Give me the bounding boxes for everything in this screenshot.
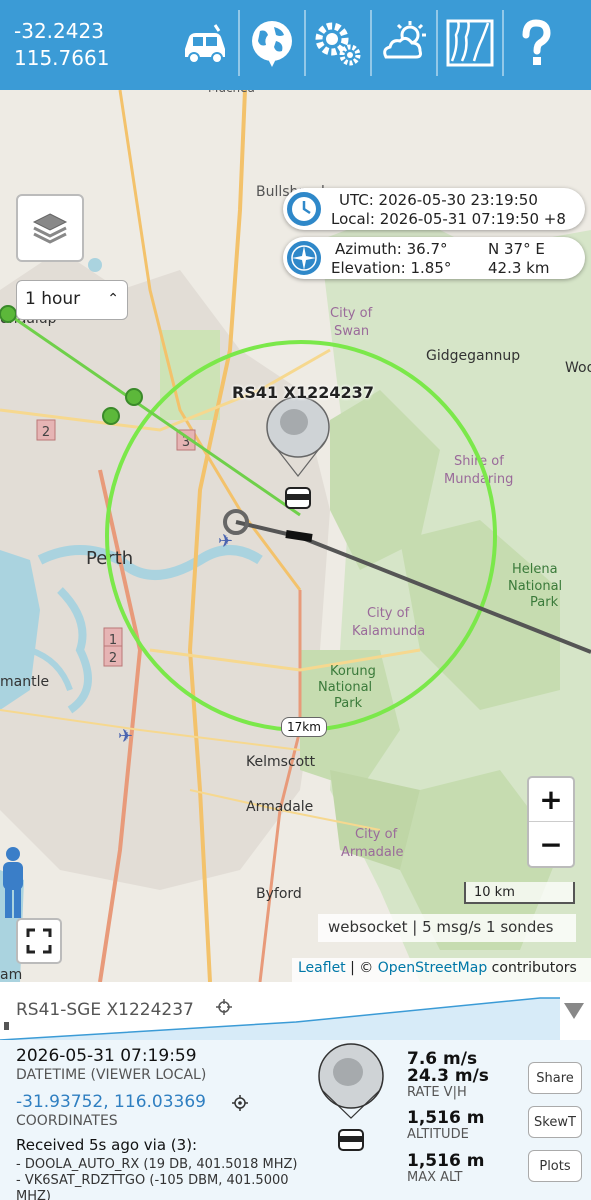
airport-icon: ✈ <box>118 726 133 747</box>
receiver-line: - VK6SAT_RDZTTGO (-105 DBM, 401.5000 <box>16 1173 289 1188</box>
clock-icon <box>285 190 323 228</box>
altitude-caption: ALTITUDE <box>407 1127 469 1142</box>
attribution-separator: | © <box>345 960 378 976</box>
locate-icon[interactable] <box>232 1095 248 1111</box>
utc-time: UTC: 2026-05-30 23:19:50 <box>339 191 538 209</box>
place-mundaring: Mundaring <box>444 472 513 487</box>
distance: 42.3 km <box>488 259 550 277</box>
globe-icon[interactable] <box>238 10 304 76</box>
place-city-of: City of <box>330 306 373 321</box>
map-attribution: Leaflet | © OpenStreetMap contributors <box>292 958 591 982</box>
skewt-button[interactable]: SkewT <box>528 1106 582 1138</box>
received-header: Received 5s ago via (3): <box>16 1136 198 1154</box>
place-armadale-city: Armadale <box>341 845 403 860</box>
balloon-status-icon <box>318 1043 384 1151</box>
airport-icon: ✈ <box>218 531 233 552</box>
place-gidgegannup: Gidgegannup <box>426 348 520 364</box>
sonde-coordinates[interactable]: -31.93752, 116.03369 <box>16 1092 206 1112</box>
sonde-datetime: 2026-05-31 07:19:59 <box>16 1046 197 1066</box>
rate-caption: RATE V|H <box>407 1085 467 1100</box>
fullscreen-icon <box>26 928 52 954</box>
local-time: Local: 2026-05-31 07:19:50 +8 <box>331 210 566 228</box>
fullscreen-button[interactable] <box>16 918 62 964</box>
place-swan: Swan <box>334 324 369 339</box>
zoom-in-button[interactable]: + <box>529 778 573 822</box>
range-ring-label: 17km <box>281 717 327 737</box>
sonde-datetime-caption: DATETIME (VIEWER LOCAL) <box>16 1067 207 1083</box>
gears-icon[interactable] <box>304 10 370 76</box>
receiver-line: MHZ) <box>16 1189 51 1200</box>
place-cockburn: am <box>0 967 22 982</box>
altitude-value: 1,516 m <box>407 1108 485 1128</box>
car-icon[interactable] <box>172 10 238 76</box>
place-helena: Helena <box>512 562 558 577</box>
receiver-coordinates: -32.2423 115.7661 <box>14 18 109 72</box>
receiver-latitude: -32.2423 <box>14 19 104 43</box>
plots-button[interactable]: Plots <box>528 1150 582 1182</box>
place-muchea: Muchea <box>208 90 255 95</box>
collapse-icon[interactable] <box>564 1003 584 1019</box>
share-button[interactable]: Share <box>528 1062 582 1094</box>
zoom-out-button[interactable]: − <box>529 822 573 866</box>
road-number: 2 <box>109 651 117 666</box>
app-root: -32.2423 115.7661 2 3 1 2 City of Swan G… <box>0 0 591 1200</box>
time-info-pill: UTC: 2026-05-30 23:19:50 Local: 2026-05-… <box>283 188 585 230</box>
bearing: N 37° E <box>488 240 545 258</box>
osm-link[interactable]: OpenStreetMap <box>378 960 487 976</box>
max-altitude-caption: MAX ALT <box>407 1170 463 1185</box>
track-head <box>285 530 313 542</box>
receiver-longitude: 115.7661 <box>14 46 110 70</box>
history-range-select[interactable]: 1 hour ⌃ <box>16 280 128 320</box>
sonde-map-label: RS41 X1224237 <box>232 383 374 402</box>
top-header: -32.2423 115.7661 <box>0 0 591 90</box>
place-park: Park <box>530 595 559 610</box>
receiver-marker[interactable] <box>102 407 120 425</box>
attribution-suffix: contributors <box>487 960 577 976</box>
chevron-updown-icon: ⌃ <box>107 291 119 307</box>
place-kalamunda: Kalamunda <box>352 624 425 639</box>
connection-status: websocket | 5 msg/s 1 sondes <box>318 914 576 942</box>
altitude-sparkline <box>0 997 560 1040</box>
place-korung: Korung <box>330 664 376 679</box>
terrain-icon[interactable] <box>436 10 502 76</box>
road-number: 2 <box>42 425 50 440</box>
azimuth: Azimuth: 36.7° <box>335 240 448 258</box>
position-info-pill: Azimuth: 36.7° N 37° E Elevation: 1.85° … <box>283 237 585 279</box>
help-icon[interactable] <box>502 10 568 76</box>
place-kelmscott: Kelmscott <box>246 754 316 770</box>
place-byford: Byford <box>256 886 302 902</box>
place-fremantle: mantle <box>0 674 49 690</box>
place-korung-national: National <box>318 680 372 695</box>
horizontal-rate: 24.3 m/s <box>407 1066 489 1086</box>
layers-icon <box>32 213 68 244</box>
history-range-value: 1 hour <box>25 289 81 309</box>
scale-bar: 10 km <box>464 882 575 904</box>
leaflet-link[interactable]: Leaflet <box>298 960 346 976</box>
place-city-of-arm: City of <box>355 827 398 842</box>
place-woo: Woo <box>565 360 591 376</box>
map-view[interactable]: 2 3 1 2 Muchea Bullsbrook City of Swan G… <box>0 90 591 982</box>
place-national: National <box>508 579 562 594</box>
toolbar <box>172 10 568 76</box>
receiver-marker[interactable] <box>125 388 143 406</box>
place-korung-park: Park <box>334 696 363 711</box>
zoom-control: + − <box>527 776 575 868</box>
place-city-of-kal: City of <box>367 606 410 621</box>
compass-icon <box>285 239 323 277</box>
max-altitude-value: 1,516 m <box>407 1151 485 1171</box>
receiver-line: - DOOLA_AUTO_RX (19 DB, 401.5018 MHZ) <box>16 1157 298 1172</box>
elevation: Elevation: 1.85° <box>331 259 452 277</box>
receiver-marker[interactable] <box>0 305 17 323</box>
pegman-icon[interactable] <box>0 846 26 920</box>
layers-button[interactable] <box>16 194 84 262</box>
sonde-coordinates-caption: COORDINATES <box>16 1113 118 1129</box>
place-armadale: Armadale <box>246 799 313 815</box>
weather-icon[interactable] <box>370 10 436 76</box>
